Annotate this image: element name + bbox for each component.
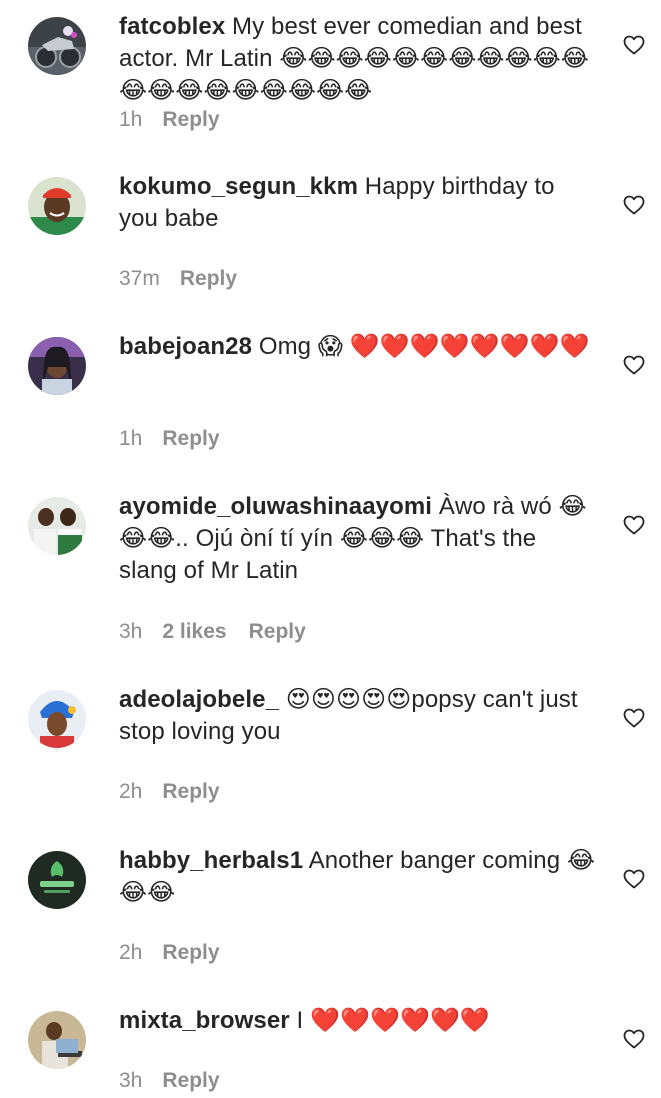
comment-text: kokumo_segun_kkm Happy birthday to you b… bbox=[119, 171, 599, 235]
likes-count[interactable]: 2 likes bbox=[162, 620, 226, 643]
comment-username[interactable]: babejoan28 bbox=[119, 333, 252, 360]
avatar[interactable] bbox=[28, 851, 86, 909]
avatar[interactable] bbox=[28, 337, 86, 395]
comment-username[interactable]: fatcoblex bbox=[119, 13, 225, 40]
comment-text: ayomide_oluwashinaayomi Àwo rà wó 😂😂😂.. … bbox=[119, 491, 599, 587]
comment-body: I ❤️❤️❤️❤️❤️❤️ bbox=[289, 1007, 490, 1034]
comment-text: babejoan28 Omg 😱 ❤️❤️❤️❤️❤️❤️❤️❤️ bbox=[119, 331, 599, 363]
like-heart-icon[interactable] bbox=[622, 513, 646, 537]
comment-timestamp: 3h bbox=[119, 620, 143, 643]
reply-button[interactable]: Reply bbox=[162, 427, 219, 450]
comment-username[interactable]: kokumo_segun_kkm bbox=[119, 173, 358, 200]
like-heart-icon[interactable] bbox=[622, 1027, 646, 1051]
comment-meta: 3h 2 likes Reply bbox=[119, 619, 306, 645]
comment-text: adeolajobele_ 😍😍😍😍😍popsy can't just stop… bbox=[119, 684, 599, 748]
reply-button[interactable]: Reply bbox=[162, 1069, 219, 1092]
comment-username[interactable]: adeolajobele_ bbox=[119, 686, 279, 713]
comment-text: habby_herbals1 Another banger coming 😂😂😂 bbox=[119, 845, 599, 909]
reply-button[interactable]: Reply bbox=[162, 780, 219, 803]
comment-body: Omg 😱 ❤️❤️❤️❤️❤️❤️❤️❤️ bbox=[252, 333, 590, 360]
comment-text: mixta_browser I ❤️❤️❤️❤️❤️❤️ bbox=[119, 1005, 599, 1037]
comment-meta: 2h Reply bbox=[119, 940, 220, 966]
comment-username[interactable]: ayomide_oluwashinaayomi bbox=[119, 493, 432, 520]
reply-button[interactable]: Reply bbox=[249, 620, 306, 643]
avatar[interactable] bbox=[28, 1011, 86, 1069]
comment-meta: 1h Reply bbox=[119, 107, 220, 133]
reply-button[interactable]: Reply bbox=[162, 941, 219, 964]
avatar[interactable] bbox=[28, 177, 86, 235]
comment-timestamp: 1h bbox=[119, 108, 143, 131]
like-heart-icon[interactable] bbox=[622, 706, 646, 730]
comment-timestamp: 37m bbox=[119, 267, 160, 290]
comment-timestamp: 2h bbox=[119, 941, 143, 964]
avatar[interactable] bbox=[28, 690, 86, 748]
reply-button[interactable]: Reply bbox=[180, 267, 237, 290]
like-heart-icon[interactable] bbox=[622, 193, 646, 217]
comment-meta: 1h Reply bbox=[119, 426, 220, 452]
avatar[interactable] bbox=[28, 17, 86, 75]
avatar[interactable] bbox=[28, 497, 86, 555]
reply-button[interactable]: Reply bbox=[162, 108, 219, 131]
like-heart-icon[interactable] bbox=[622, 353, 646, 377]
comment-meta: 3h Reply bbox=[119, 1068, 220, 1094]
comment-username[interactable]: habby_herbals1 bbox=[119, 847, 303, 874]
comment-meta: 37m Reply bbox=[119, 266, 237, 292]
like-heart-icon[interactable] bbox=[622, 33, 646, 57]
comment-text: fatcoblex My best ever comedian and best… bbox=[119, 11, 599, 107]
comment-timestamp: 3h bbox=[119, 1069, 143, 1092]
comment-meta: 2h Reply bbox=[119, 779, 220, 805]
comment-username[interactable]: mixta_browser bbox=[119, 1007, 290, 1034]
comment-timestamp: 2h bbox=[119, 780, 143, 803]
comment-timestamp: 1h bbox=[119, 427, 143, 450]
like-heart-icon[interactable] bbox=[622, 867, 646, 891]
